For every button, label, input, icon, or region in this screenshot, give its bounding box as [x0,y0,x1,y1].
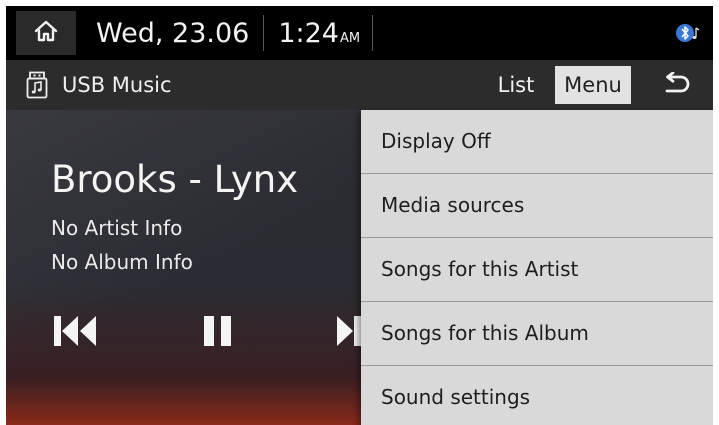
previous-button[interactable] [52,314,102,352]
pause-icon [204,316,231,346]
date-text: Wed, 23.06 [96,17,250,49]
bluetooth-music-icon [675,20,701,50]
page-title: USB Music [62,73,172,97]
menu-button[interactable]: Menu [555,66,631,104]
usb-music-icon [26,71,48,103]
next-icon [337,316,361,346]
back-button[interactable] [646,66,706,104]
list-button[interactable]: List [480,66,552,104]
menu-item-sound-settings[interactable]: Sound settings [361,366,713,425]
options-menu: Display Off Media sources Songs for this… [361,110,713,425]
title-bar: USB Music List Menu [6,60,713,110]
previous-icon [54,316,96,346]
back-icon [661,71,691,98]
clock: Wed, 23.06 1:24AM [96,6,374,60]
track-title: Brooks - Lynx [51,158,299,201]
artist-text: No Artist Info [51,216,183,240]
home-icon [34,20,58,46]
menu-item-songs-for-artist[interactable]: Songs for this Artist [361,238,713,302]
status-bar: Wed, 23.06 1:24AM [6,6,713,60]
menu-item-songs-for-album[interactable]: Songs for this Album [361,302,713,366]
menu-item-media-sources[interactable]: Media sources [361,174,713,238]
next-button[interactable] [334,314,364,352]
time-text: 1:24AM [264,18,372,49]
head-unit-screen: Wed, 23.06 1:24AM USB Music List Menu Br… [6,6,713,425]
menu-item-display-off[interactable]: Display Off [361,110,713,174]
ampm-text: AM [339,30,361,46]
time-value: 1:24 [278,17,339,49]
separator [372,15,374,51]
album-text: No Album Info [51,250,193,274]
pause-button[interactable] [202,314,236,352]
home-button[interactable] [16,11,76,55]
